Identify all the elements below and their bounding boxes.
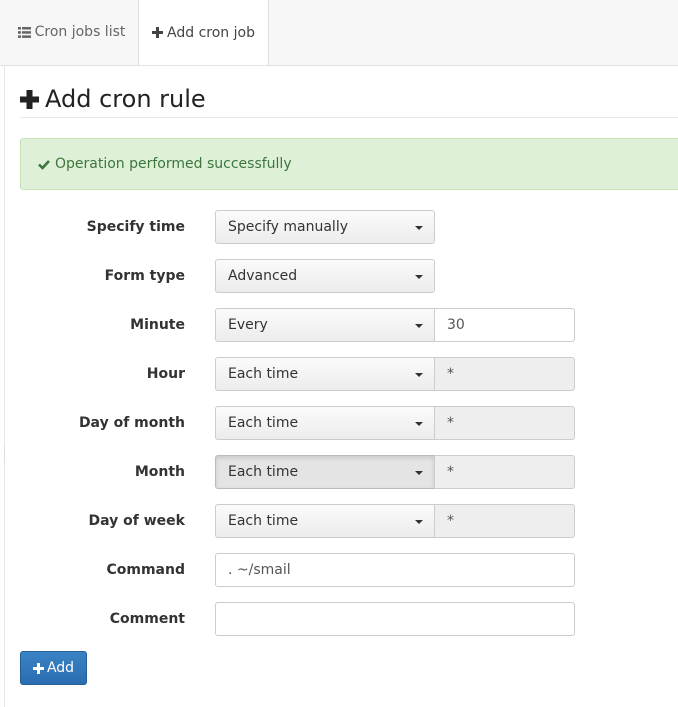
caret-down-icon [415, 520, 423, 524]
form-type-row: Form type Advanced [20, 259, 580, 293]
select-value: Each time [228, 464, 299, 480]
month-label: Month [134, 464, 185, 480]
input-value: . ~/smail [228, 562, 291, 578]
hour-row: Hour Each time * [20, 357, 580, 391]
form-type-label: Form type [104, 268, 185, 284]
select-value: Advanced [228, 268, 298, 284]
select-value: Every [228, 317, 268, 333]
panel-edge-marker [0, 445, 5, 463]
tab-label: Add cron job [167, 24, 255, 41]
select-value: Each time [228, 513, 299, 529]
caret-down-icon [415, 324, 423, 328]
minute-label: Minute [130, 317, 185, 333]
page-title: Add cron rule [20, 82, 206, 116]
add-button[interactable]: Add [20, 651, 87, 685]
success-alert: Operation performed successfully [20, 138, 678, 190]
select-value: Specify manually [228, 219, 348, 235]
caret-down-icon [415, 275, 423, 279]
minute-value-input[interactable]: 30 [434, 308, 575, 342]
month-row: Month Each time * [20, 455, 580, 489]
caret-down-icon [415, 373, 423, 377]
specify-time-row: Specify time Specify manually [20, 210, 580, 244]
caret-down-icon [415, 422, 423, 426]
hour-label: Hour [146, 366, 185, 382]
minute-mode-select[interactable]: Every [215, 308, 435, 342]
plus-icon [152, 27, 164, 38]
panel-border [4, 65, 5, 707]
comment-label: Comment [109, 611, 185, 627]
select-value: Each time [228, 366, 299, 382]
month-value-input: * [434, 455, 575, 489]
plus-icon [20, 89, 39, 109]
check-icon [38, 159, 50, 170]
specify-time-select[interactable]: Specify manually [215, 210, 435, 244]
alert-text: Operation performed successfully [55, 156, 292, 172]
command-input[interactable]: . ~/smail [215, 553, 575, 587]
tab-cron-jobs-list[interactable]: Cron jobs list [5, 0, 138, 64]
input-value: * [447, 464, 454, 480]
select-value: Each time [228, 415, 299, 431]
page-title-text: Add cron rule [45, 85, 206, 113]
plus-icon [32, 662, 44, 674]
tab-label: Cron jobs list [34, 24, 126, 40]
command-row: Command . ~/smail [20, 553, 580, 587]
tab-add-cron-job[interactable]: Add cron job [138, 0, 269, 65]
input-value: * [447, 513, 454, 529]
day-of-month-value-input: * [434, 406, 575, 440]
add-button-label: Add [46, 660, 75, 676]
specify-time-label: Specify time [86, 219, 185, 235]
day-of-week-label: Day of week [88, 513, 185, 529]
comment-input[interactable] [215, 602, 575, 636]
day-of-week-value-input: * [434, 504, 575, 538]
day-of-week-row: Day of week Each time * [20, 504, 580, 538]
title-divider [20, 117, 678, 118]
comment-row: Comment [20, 602, 580, 636]
tab-bar: Cron jobs list Add cron job [0, 0, 678, 66]
input-value: 30 [447, 317, 465, 333]
minute-row: Minute Every 30 [20, 308, 580, 342]
form-type-select[interactable]: Advanced [215, 259, 435, 293]
list-icon [17, 26, 31, 38]
hour-value-input: * [434, 357, 575, 391]
caret-down-icon [415, 226, 423, 230]
input-value: * [447, 415, 454, 431]
month-mode-select[interactable]: Each time [215, 455, 435, 489]
hour-mode-select[interactable]: Each time [215, 357, 435, 391]
day-of-week-mode-select[interactable]: Each time [215, 504, 435, 538]
input-value: * [447, 366, 454, 382]
caret-down-icon [415, 471, 423, 475]
day-of-month-row: Day of month Each time * [20, 406, 580, 440]
day-of-month-label: Day of month [78, 415, 185, 431]
command-label: Command [106, 562, 185, 578]
day-of-month-mode-select[interactable]: Each time [215, 406, 435, 440]
